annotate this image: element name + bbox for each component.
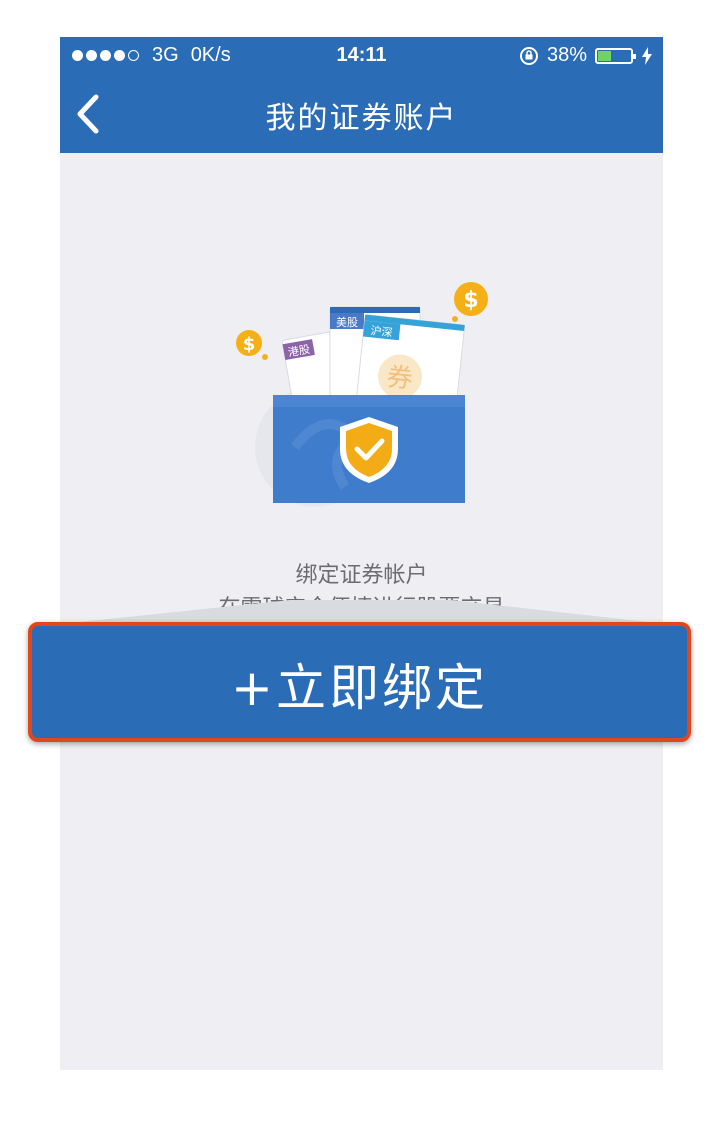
bind-title: 绑定证券帐户 [295,563,428,588]
tag-sh: 沪深 [370,323,393,339]
status-bar: 3G 0K/s 14:11 38% [60,37,663,75]
tag-us: 美股 [336,316,358,329]
page-title: 我的证券账户 [265,101,458,136]
nav-bar: 我的证券账户 [60,75,663,153]
bind-now-button[interactable]: +立即绑定 [28,622,691,742]
battery-fill [598,50,611,61]
battery-icon [595,47,636,64]
svg-text:$: $ [463,288,478,313]
svg-text:$: $ [243,334,256,355]
status-right: 38% [519,44,653,67]
phone-screen: 3G 0K/s 14:11 38% 我的证券账户 $ $ 港股 美股 沪深 券 … [60,37,663,1070]
security-folder-illustration: $ $ 港股 美股 沪深 券 [236,282,488,507]
charging-bolt-icon [642,46,652,65]
bind-now-label: +立即绑定 [231,659,488,717]
battery-percent: 38% [546,44,587,66]
rotation-lock-icon [519,46,538,65]
svg-text:券: 券 [385,362,414,395]
